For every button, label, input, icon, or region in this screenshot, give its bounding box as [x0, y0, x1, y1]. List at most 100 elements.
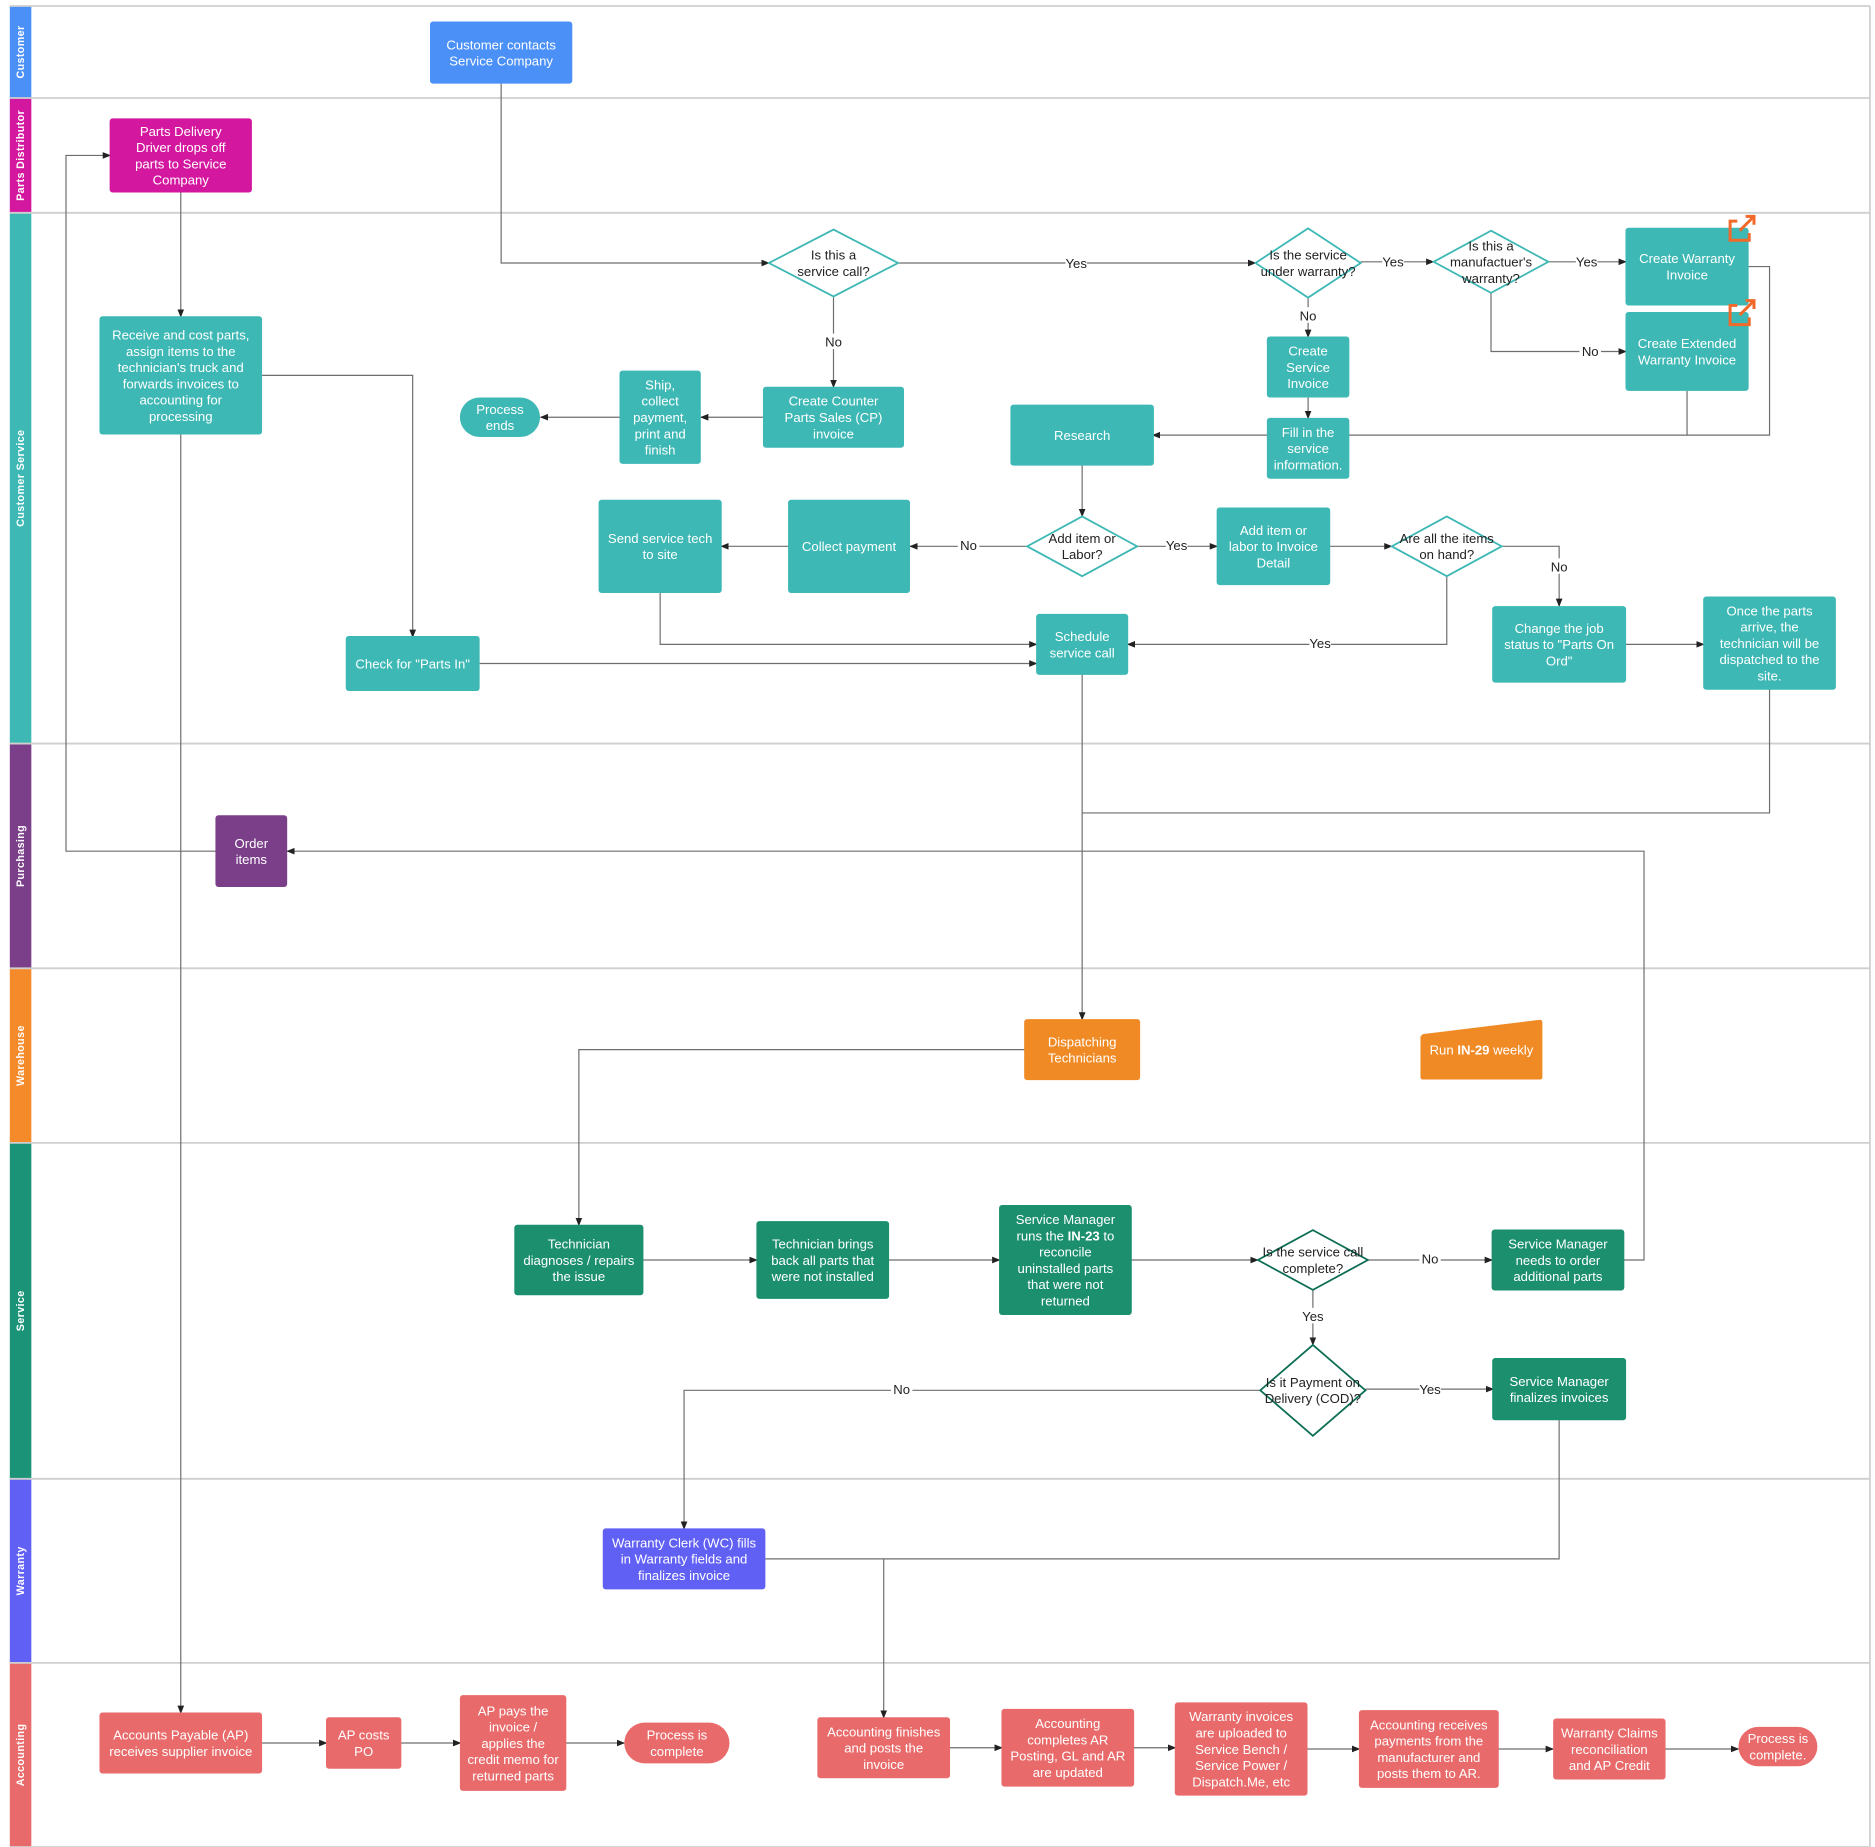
step-process-ends[interactable]: Process ends [459, 397, 541, 437]
step-warranty-clerk[interactable]: Warranty Clerk (WC) fills in Warranty fie… [602, 1528, 766, 1590]
step-technician-diag[interactable]: Technician diagnoses / repairs the issue [514, 1224, 644, 1296]
connector-label-no: No [1551, 559, 1568, 574]
connector-label-yes: Yes [1065, 256, 1087, 271]
step-change-status[interactable]: Change the job status to "Parts On Ord" [1492, 606, 1627, 683]
connector-line [1082, 688, 1771, 814]
connector-label-no: No [825, 335, 842, 350]
connector-warranty_q-to-create_service: No [1297, 297, 1319, 338]
step-add-item[interactable]: Add item or labor to Invoice Detail [1216, 507, 1331, 586]
step-fill-service[interactable]: Fill in the service information. [1266, 417, 1350, 479]
node-label: Is the service under warranty? [1261, 248, 1356, 279]
step-schedule[interactable]: Schedule service call [1036, 613, 1129, 675]
step-process-complete1[interactable]: Process is complete [624, 1722, 730, 1764]
step-run-in29[interactable]: Run IN-29 weekly [1420, 1019, 1543, 1080]
lane-label: Warehouse [15, 1025, 27, 1086]
lane-label: Customer [15, 25, 27, 79]
node-label: Accounts Payable (AP) receives supplier i… [109, 1728, 252, 1759]
connector-label-yes: Yes [1576, 255, 1598, 270]
step-once-parts[interactable]: Once the parts arrive, the technician will… [1703, 596, 1836, 690]
step-process-complete2[interactable]: Process is complete. [1738, 1726, 1818, 1767]
step-create-service[interactable]: Create Service Invoice [1266, 336, 1350, 398]
connector-line [880, 1420, 1560, 1719]
node-label: Process is complete. [1748, 1731, 1809, 1762]
step-acct-receives[interactable]: Accounting receives payments from the manu… [1358, 1710, 1499, 1788]
node-label: Service Manager needs to order additional … [1508, 1237, 1608, 1285]
connector-onhand_q-to-change_status: No [1501, 545, 1570, 607]
step-research[interactable]: Research [1010, 404, 1154, 466]
connector-label-yes: Yes [1309, 636, 1331, 651]
lane-label: Parts Distributor [15, 109, 27, 200]
step-tech-brings[interactable]: Technician brings back all parts that were… [756, 1221, 890, 1299]
node-label: Create Service Invoice [1286, 344, 1330, 392]
connector-label-no: No [1300, 308, 1317, 323]
lane-service: Service [9, 1141, 1870, 1479]
lane-label: Service [15, 1290, 27, 1331]
decision-warranty-q[interactable]: Is the service under warranty? [1253, 227, 1363, 299]
decision-service-call-q[interactable]: Is this a service call? [766, 228, 900, 298]
node-label: Create Extended Warranty Invoice [1638, 336, 1737, 367]
step-ap-costs[interactable]: AP costs PO [326, 1717, 402, 1769]
connector-sm_finalizes-to-acct_finishes [880, 1420, 1560, 1719]
connector-add_q-to-add_item: Yes [1137, 536, 1219, 553]
step-ap-receives[interactable]: Accounts Payable (AP) receives supplier i… [99, 1712, 263, 1774]
lane-purchasing: Purchasing [9, 742, 1870, 969]
step-check-parts[interactable]: Check for "Parts In" [345, 635, 480, 691]
swimlane-diagram: Customer Parts Distributor Customer Servic… [9, 5, 1871, 1847]
connector-line [65, 152, 217, 852]
step-ship[interactable]: Ship, collect payment, print and finish [619, 370, 701, 464]
connector-customer_contacts-to-service_call_q [500, 82, 770, 267]
connector-label-no: No [1582, 344, 1599, 359]
step-send-tech[interactable]: Send service tech to site [598, 499, 722, 593]
decision-complete-q[interactable]: Is the service call complete? [1256, 1229, 1370, 1291]
node-label: Warranty Claims reconciliation and AP Cred… [1561, 1725, 1658, 1773]
step-acct-completes[interactable]: Accounting completes AR Posting, GL and AR… [1001, 1708, 1135, 1787]
node-label: Customer contacts Service Company [446, 37, 556, 68]
lane-label: Purchasing [15, 825, 27, 887]
step-warranty-uploaded[interactable]: Warranty invoices are uploaded to Service … [1174, 1702, 1308, 1796]
lane-warranty: Warranty [9, 1477, 1870, 1663]
step-collect-payment[interactable]: Collect payment [788, 499, 911, 593]
step-sm-order[interactable]: Service Manager needs to order additional … [1491, 1229, 1625, 1291]
decision-manufacturer-q[interactable]: Is this a manufactuer's warranty? [1431, 229, 1551, 294]
lane-parts-distributor: Parts Distributor [9, 97, 1870, 213]
node-label: Warranty invoices are uploaded to Service … [1189, 1709, 1293, 1789]
connector-send_tech-to-schedule [659, 591, 1038, 648]
connector-warranty_q-to-manufacturer_q: Yes [1360, 253, 1435, 270]
node-label: Collect payment [802, 539, 897, 554]
connector-line [262, 374, 417, 639]
lane-label: Accounting [15, 1724, 27, 1787]
connector-service_call_q-to-counter_parts: No [822, 296, 845, 389]
node-label: Accounting receives payments from the manu… [1370, 1717, 1488, 1781]
connector-add_q-to-collect_payment: No [909, 536, 1028, 553]
step-parts-delivery[interactable]: Parts Delivery Driver drops off parts to S… [109, 118, 252, 193]
step-acct-finishes[interactable]: Accounting finishes and posts the invoice [817, 1717, 951, 1779]
step-claims[interactable]: Warranty Claims reconciliation and AP Cred… [1553, 1718, 1666, 1780]
connector-service_call_q-to-warranty_q: Yes [898, 254, 1257, 271]
node-label: Technician brings back all parts that were… [771, 1237, 875, 1285]
step-order-items[interactable]: Order items [215, 815, 288, 888]
step-receive-cost[interactable]: Receive and cost parts, assign items to t… [99, 316, 263, 435]
connector-complete_q-to-sm_order: No [1367, 1250, 1494, 1267]
connector-label-yes: Yes [1166, 538, 1188, 553]
decision-add-q[interactable]: Add item or Labor? [1025, 515, 1140, 578]
connector-line [575, 1049, 1025, 1227]
step-counter-parts[interactable]: Create Counter Parts Sales (CP) invoice [762, 386, 905, 448]
connector-line [500, 82, 770, 267]
node-label: Research [1054, 428, 1110, 443]
step-create-warranty[interactable]: Create Warranty Invoice [1625, 214, 1756, 306]
connector-label-no: No [893, 1382, 910, 1397]
step-dispatching[interactable]: Dispatching Technicians [1024, 1019, 1141, 1081]
step-sm-finalizes[interactable]: Service Manager finalizes invoices [1492, 1358, 1627, 1421]
connector-once_parts-to-dispatching [1082, 688, 1771, 814]
step-create-extended[interactable]: Create Extended Warranty Invoice [1625, 299, 1756, 391]
connector-label-yes: Yes [1419, 1382, 1441, 1397]
decision-cod-q[interactable]: Is it Payment on Delivery (COD)? [1258, 1343, 1367, 1437]
connector-receive_cost-to-check_parts [262, 374, 417, 639]
step-ap-pays[interactable]: AP pays the invoice / applies the credit me… [459, 1695, 567, 1791]
node-label: Run IN-29 weekly [1430, 1042, 1534, 1057]
step-sm-runs[interactable]: Service Manager runs the IN-23 to reconcil… [999, 1205, 1132, 1316]
step-customer-contacts[interactable]: Customer contacts Service Company [430, 21, 573, 84]
decision-onhand-q[interactable]: Are all the items on hand? [1389, 515, 1504, 578]
node-label: Order items [235, 836, 269, 867]
node-label: Service Manager finalizes invoices [1509, 1374, 1609, 1405]
